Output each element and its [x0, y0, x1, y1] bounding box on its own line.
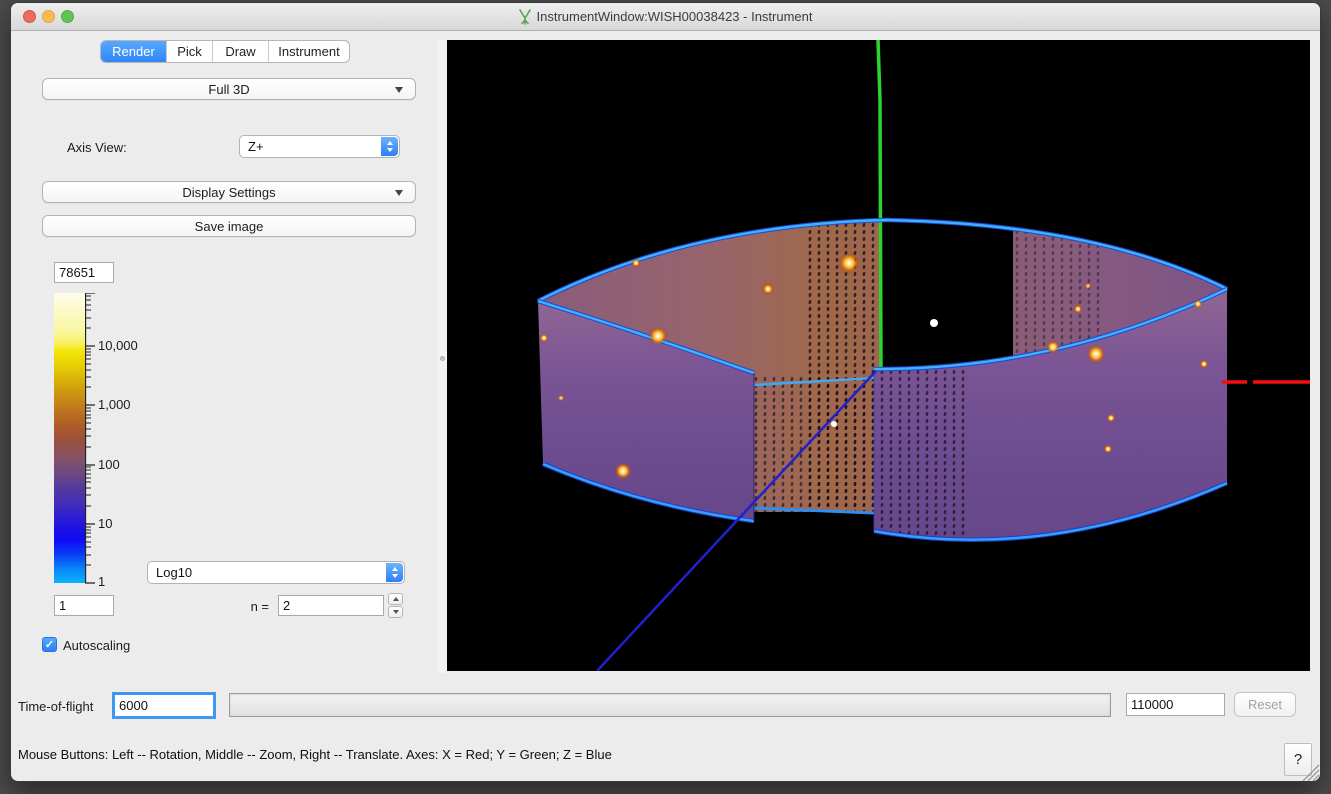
status-text: Mouse Buttons: Left -- Rotation, Middle …	[18, 747, 612, 762]
power-label: n =	[211, 599, 269, 614]
window-title: InstrumentWindow:WISH00038423 - Instrume…	[518, 9, 812, 25]
axis-view-label: Axis View:	[67, 140, 127, 155]
axis-view-select[interactable]: Z+	[239, 135, 400, 158]
colorbar-tick: 100	[98, 457, 120, 473]
projection-dropdown[interactable]: Full 3D	[42, 78, 416, 100]
panel-splitter[interactable]	[438, 40, 447, 673]
scale-type-value: Log10	[156, 565, 192, 580]
view-tabs: Render Pick Draw Instrument	[100, 40, 350, 63]
axis-view-value: Z+	[248, 139, 264, 154]
colorbar: 10,000 1,000 100 10 1	[54, 293, 204, 589]
z-axis-marker-dot	[831, 421, 837, 427]
window-title-text: InstrumentWindow:WISH00038423 - Instrume…	[536, 9, 812, 24]
colorbar-tick: 1,000	[98, 397, 131, 413]
reset-button[interactable]: Reset	[1234, 692, 1296, 717]
autoscaling-checkbox[interactable]: ✓	[42, 637, 57, 652]
tab-instrument[interactable]: Instrument	[269, 41, 349, 62]
title-bar[interactable]: InstrumentWindow:WISH00038423 - Instrume…	[11, 3, 1320, 31]
scale-type-select[interactable]: Log10	[147, 561, 405, 584]
display-settings-label: Display Settings	[182, 185, 275, 200]
display-settings-dropdown[interactable]: Display Settings	[42, 181, 416, 203]
window-resize-grip[interactable]	[1299, 761, 1321, 782]
sample-marker	[930, 319, 938, 327]
instrument-window: InstrumentWindow:WISH00038423 - Instrume…	[10, 2, 1321, 782]
reset-label: Reset	[1248, 697, 1282, 712]
spin-down-button[interactable]	[388, 606, 403, 618]
minimize-button[interactable]	[42, 10, 55, 23]
combo-stepper-icon	[386, 563, 403, 582]
save-image-label: Save image	[195, 219, 264, 234]
colorbar-tick: 10	[98, 516, 112, 532]
power-spinner	[388, 593, 403, 618]
splitter-grip-icon	[440, 356, 445, 361]
right-panel-dot-texture	[874, 365, 970, 545]
instrument-3d-viewport[interactable]	[447, 40, 1310, 671]
projection-value: Full 3D	[208, 82, 249, 97]
close-button[interactable]	[23, 10, 36, 23]
tof-label: Time-of-flight	[18, 699, 93, 714]
autoscaling-label: Autoscaling	[63, 638, 130, 653]
colorbar-max-input[interactable]	[54, 262, 114, 283]
dropdown-arrow-icon	[395, 190, 403, 196]
tof-slider[interactable]	[229, 693, 1111, 717]
window-controls	[23, 10, 74, 23]
zoom-button[interactable]	[61, 10, 74, 23]
mantid-logo-icon	[518, 9, 532, 25]
beam-gap	[881, 221, 1013, 370]
tof-min-input[interactable]	[112, 692, 216, 719]
tab-pick[interactable]: Pick	[167, 41, 213, 62]
spin-up-button[interactable]	[388, 593, 403, 605]
colorbar-tick: 10,000	[98, 338, 138, 354]
tof-max-input[interactable]	[1126, 693, 1225, 716]
colorbar-gradient[interactable]	[54, 293, 85, 583]
instrument-3d-scene	[447, 40, 1310, 671]
combo-stepper-icon	[381, 137, 398, 156]
power-input[interactable]	[278, 595, 384, 616]
colorbar-min-input[interactable]	[54, 595, 114, 616]
colorbar-tick: 1	[98, 574, 105, 590]
tab-draw[interactable]: Draw	[213, 41, 269, 62]
tab-render[interactable]: Render	[101, 41, 167, 62]
dropdown-arrow-icon	[395, 87, 403, 93]
save-image-button[interactable]: Save image	[42, 215, 416, 237]
